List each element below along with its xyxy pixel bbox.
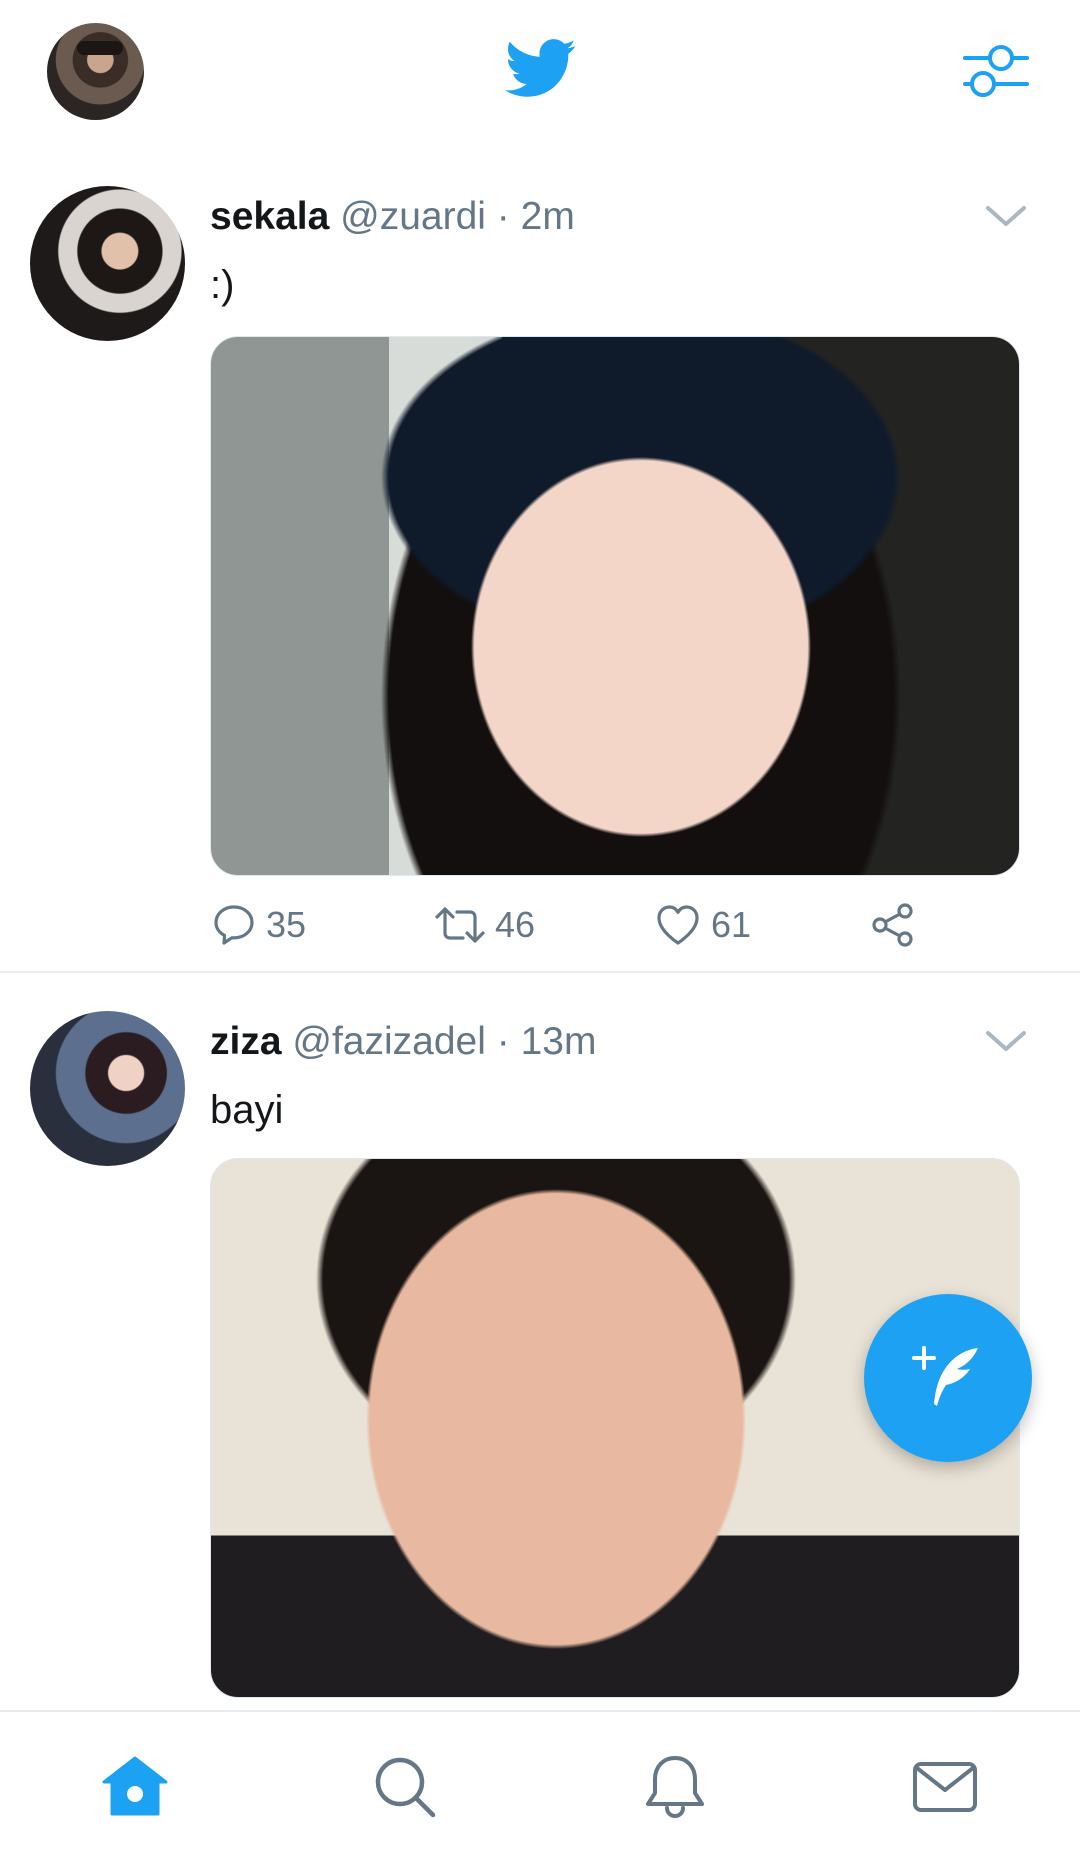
bottom-navigation — [0, 1710, 1080, 1853]
tweet-author-avatar[interactable] — [30, 1011, 185, 1166]
reply-icon — [214, 905, 254, 945]
compose-tweet-button[interactable] — [864, 1294, 1032, 1462]
notifications-icon[interactable] — [640, 1752, 710, 1822]
tweet-text: :) — [210, 263, 235, 307]
share-icon — [872, 903, 913, 947]
filter-settings-icon[interactable] — [963, 42, 1029, 100]
tweet-timestamp: 13m — [520, 1020, 597, 1063]
tweet-text: bayi — [210, 1088, 284, 1132]
profile-avatar[interactable] — [47, 23, 144, 120]
tweet-header: ziza @fazizadel · 13m — [210, 1017, 596, 1067]
messages-icon[interactable] — [910, 1752, 980, 1822]
twitter-bird-icon — [505, 39, 576, 97]
retweet-button[interactable]: 46 — [435, 895, 535, 955]
reply-button[interactable]: 35 — [212, 895, 306, 955]
chevron-down-icon[interactable] — [984, 202, 1028, 230]
like-count: 61 — [711, 904, 752, 945]
tweet-photo[interactable] — [210, 336, 1020, 876]
share-button[interactable] — [870, 895, 916, 955]
tweet-actions: 35 46 61 — [210, 895, 1020, 955]
author-name[interactable]: sekala — [210, 195, 329, 238]
tweet[interactable]: sekala @zuardi · 2m :) 35 46 61 — [0, 150, 1080, 973]
meta-separator: · — [496, 195, 510, 238]
home-icon[interactable] — [100, 1752, 170, 1822]
author-handle[interactable]: @fazizadel — [292, 1020, 486, 1063]
retweet-count: 46 — [495, 904, 536, 945]
reply-count: 35 — [266, 904, 307, 945]
search-icon[interactable] — [370, 1752, 440, 1822]
chevron-down-icon[interactable] — [984, 1027, 1028, 1055]
retweet-icon — [435, 907, 485, 943]
tweet-author-avatar[interactable] — [30, 186, 185, 341]
tweet-header: sekala @zuardi · 2m — [210, 192, 575, 242]
top-bar — [0, 0, 1080, 150]
like-button[interactable]: 61 — [655, 895, 751, 955]
heart-icon — [657, 905, 699, 945]
author-name[interactable]: ziza — [210, 1020, 282, 1063]
compose-tweet-icon — [912, 1346, 978, 1406]
author-handle[interactable]: @zuardi — [340, 195, 486, 238]
tweet-timestamp: 2m — [520, 195, 575, 238]
home-timeline-screen: sekala @zuardi · 2m :) 35 46 61 ziza @fa… — [0, 0, 1080, 1853]
meta-separator: · — [496, 1020, 510, 1063]
